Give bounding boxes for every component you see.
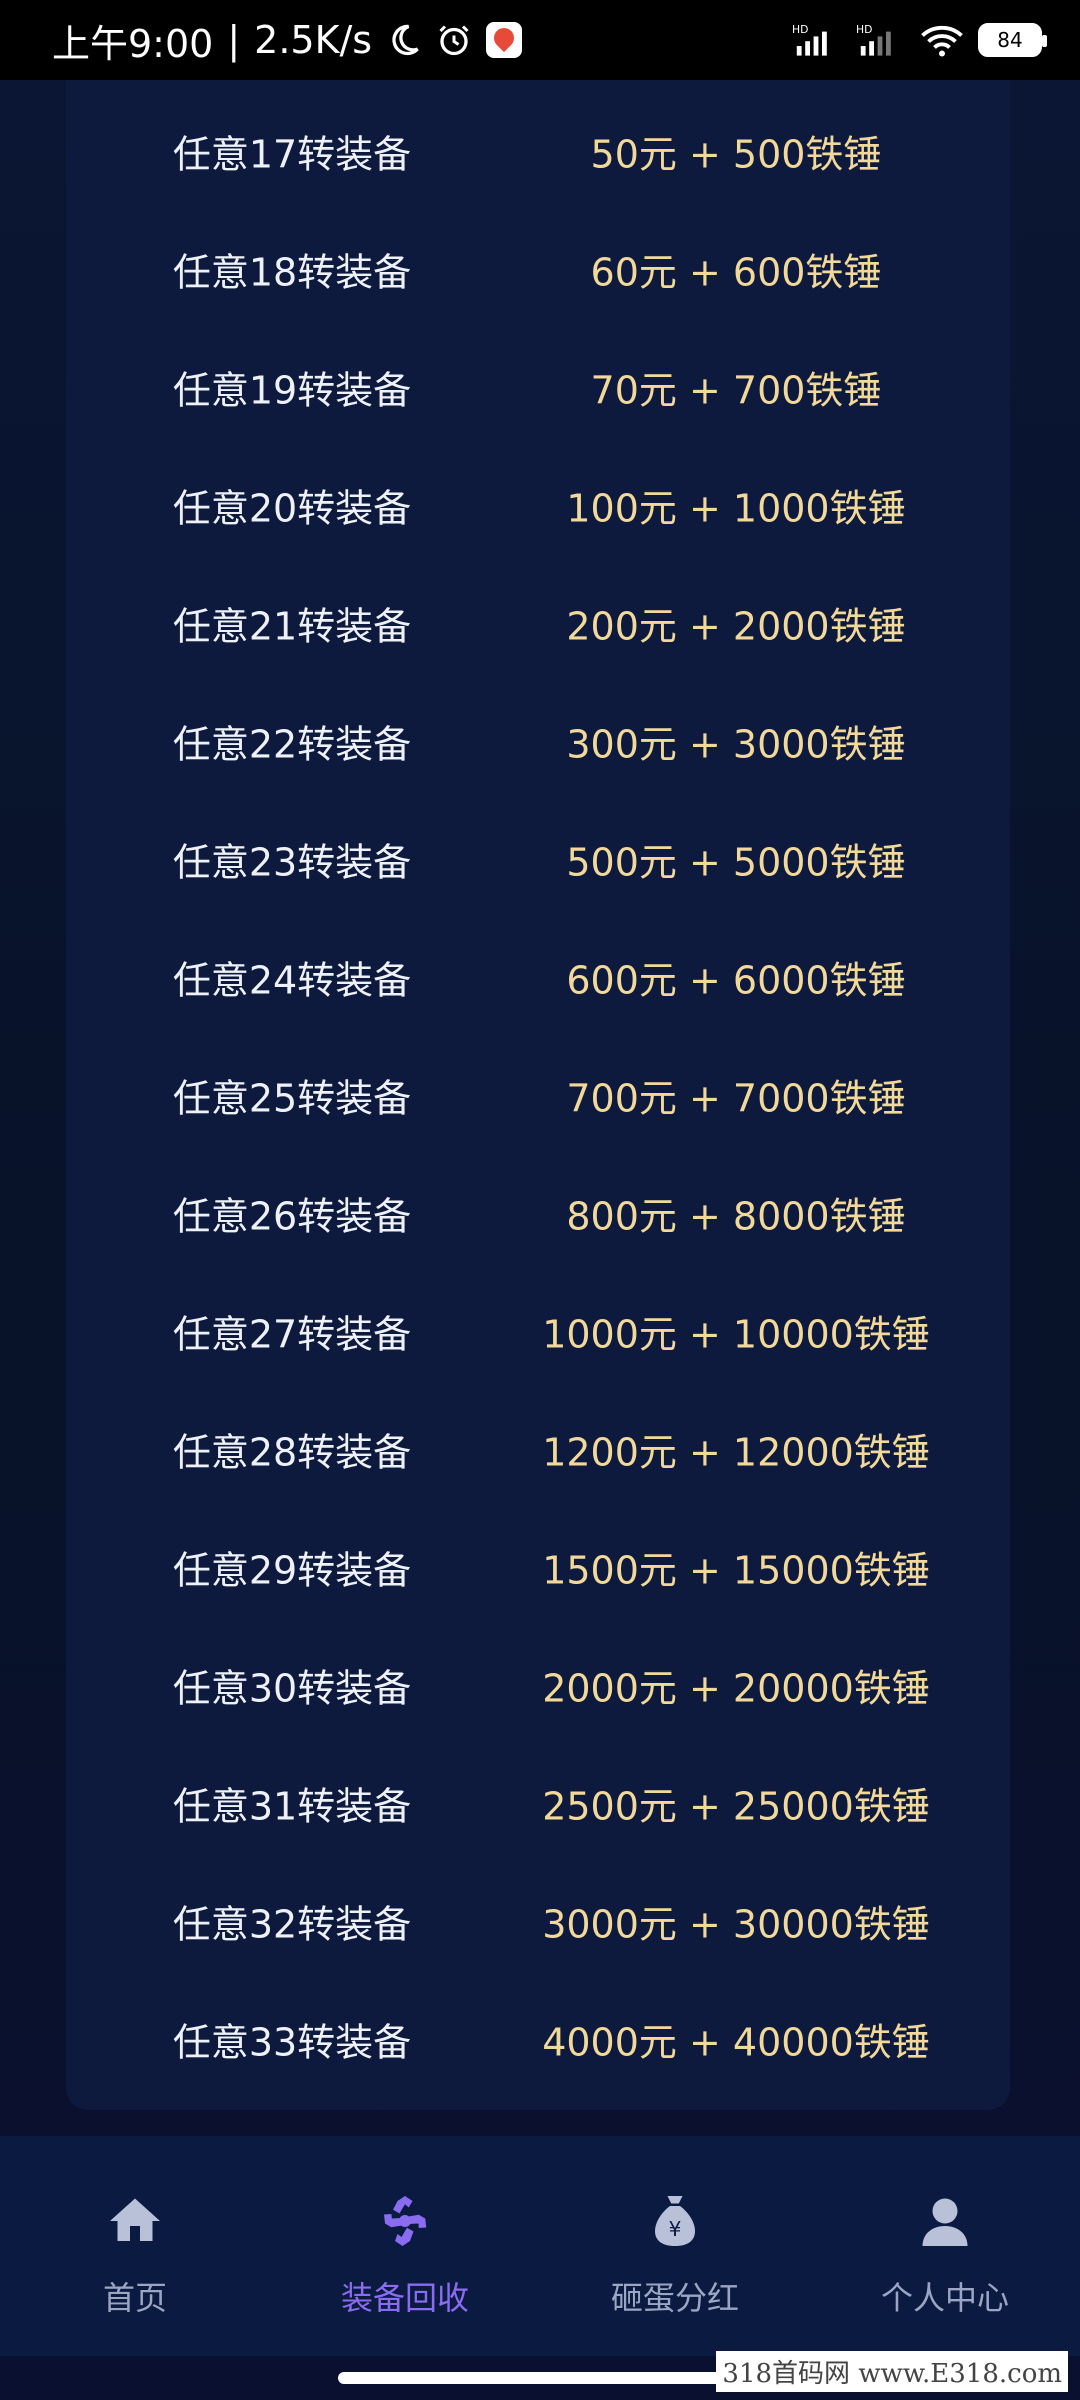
reward-row: 任意26转装备 800元 + 8000铁锤 [66,1154,1010,1272]
status-left: 上午9:00 | 2.5K/s [52,13,523,68]
reward-label: 任意19转装备 [172,368,412,413]
status-right: HD HD 84 [790,22,1047,58]
reward-row: 任意32转装备 3000元 + 30000铁锤 [66,1862,1010,1980]
reward-price: 700元 + 7000铁锤 [566,1076,906,1121]
reward-label: 任意20转装备 [172,486,412,531]
reward-label: 任意21转装备 [172,604,412,649]
battery-icon: 84 [978,23,1047,57]
alarm-icon [439,25,469,56]
reward-price: 1000元 + 10000铁锤 [542,1312,930,1357]
reward-row: 任意30转装备 2000元 + 20000铁锤 [66,1626,1010,1744]
screen: 上午9:00 | 2.5K/s HD HD 84 任意17转装备 50元 + 5… [0,0,1080,2400]
reward-label: 任意28转装备 [172,1430,412,1475]
reward-row: 任意19转装备 70元 + 700铁锤 [66,328,1010,446]
status-divider: | [227,18,241,62]
reward-price: 70元 + 700铁锤 [590,368,882,413]
reward-row: 任意25转装备 700元 + 7000铁锤 [66,1036,1010,1154]
reward-price: 100元 + 1000铁锤 [566,486,906,531]
reward-label: 任意30转装备 [172,1666,412,1711]
money-bag-icon: ¥ [655,2196,695,2246]
reward-row: 任意18转装备 60元 + 600铁锤 [66,210,1010,328]
svg-text:¥: ¥ [669,2217,682,2241]
user-icon [922,2198,968,2246]
moon-icon [392,24,419,56]
reward-price: 3000元 + 30000铁锤 [542,1902,930,1947]
nav-label-egg-dividend: 砸蛋分红 [610,2279,739,2317]
battery-level: 84 [997,28,1023,52]
reward-row: 任意22转装备 300元 + 3000铁锤 [66,682,1010,800]
reward-label: 任意31转装备 [172,1784,412,1829]
reward-row: 任意21转装备 200元 + 2000铁锤 [66,564,1010,682]
reward-price: 1500元 + 15000铁锤 [542,1548,930,1593]
watermark: 318首码网 www.E318.com [716,2351,1068,2392]
reward-row: 任意29转装备 1500元 + 15000铁锤 [66,1508,1010,1626]
nav-item-egg-dividend[interactable]: ¥ 砸蛋分红 [540,2136,810,2356]
svg-text:HD: HD [856,23,872,36]
app-badge-icon [486,22,523,58]
reward-row: 任意17转装备 50元 + 500铁锤 [66,92,1010,210]
nav-item-home[interactable]: 首页 [0,2136,270,2356]
rewards-card: 任意17转装备 50元 + 500铁锤 任意18转装备 60元 + 600铁锤 … [66,80,1010,2110]
home-indicator[interactable] [338,2372,738,2384]
reward-row: 任意24转装备 600元 + 6000铁锤 [66,918,1010,1036]
reward-label: 任意23转装备 [172,840,412,885]
status-time: 上午9:00 [52,21,214,66]
hd-signal-icon-2: HD [856,23,891,56]
reward-price: 200元 + 2000铁锤 [566,604,906,649]
bottom-nav: 首页 装备回收 ¥ 砸蛋分红 个人中心 [0,2136,1080,2356]
reward-label: 任意26转装备 [172,1194,412,1239]
reward-label: 任意29转装备 [172,1548,412,1593]
reward-row: 任意31转装备 2500元 + 25000铁锤 [66,1744,1010,1862]
nav-label-profile: 个人中心 [880,2279,1009,2317]
reward-price: 60元 + 600铁锤 [590,250,882,295]
reward-price: 2500元 + 25000铁锤 [542,1784,930,1829]
recycle-icon [384,2196,427,2246]
reward-label: 任意18转装备 [172,250,412,295]
reward-price: 500元 + 5000铁锤 [566,840,906,885]
reward-label: 任意24转装备 [172,958,412,1003]
reward-row: 任意28转装备 1200元 + 12000铁锤 [66,1390,1010,1508]
reward-price: 4000元 + 40000铁锤 [542,2020,930,2065]
network-speed: 2.5K/s [254,18,373,62]
reward-price: 2000元 + 20000铁锤 [542,1666,930,1711]
home-icon [110,2198,160,2241]
reward-label: 任意27转装备 [172,1312,412,1357]
nav-label-recycle: 装备回收 [340,2279,469,2317]
reward-label: 任意22转装备 [172,722,412,767]
reward-price: 1200元 + 12000铁锤 [542,1430,930,1475]
reward-label: 任意33转装备 [172,2020,412,2065]
nav-item-profile[interactable]: 个人中心 [810,2136,1080,2356]
reward-label: 任意17转装备 [172,132,412,177]
reward-label: 任意32转装备 [172,1902,412,1947]
reward-price: 300元 + 3000铁锤 [566,722,906,767]
nav-label-home: 首页 [102,2279,167,2317]
reward-label: 任意25转装备 [172,1076,412,1121]
reward-price: 800元 + 8000铁锤 [566,1194,906,1239]
reward-row: 任意33转装备 4000元 + 40000铁锤 [66,1980,1010,2098]
hd-signal-icon: HD [792,23,827,56]
nav-item-recycle[interactable]: 装备回收 [270,2136,540,2356]
status-bar: 上午9:00 | 2.5K/s HD HD 84 [0,0,1080,80]
reward-price: 600元 + 6000铁锤 [566,958,906,1003]
reward-price: 50元 + 500铁锤 [590,132,882,177]
reward-row: 任意20转装备 100元 + 1000铁锤 [66,446,1010,564]
wifi-icon [921,25,963,57]
reward-row: 任意23转装备 500元 + 5000铁锤 [66,800,1010,918]
reward-row: 任意27转装备 1000元 + 10000铁锤 [66,1272,1010,1390]
svg-text:HD: HD [792,23,808,36]
